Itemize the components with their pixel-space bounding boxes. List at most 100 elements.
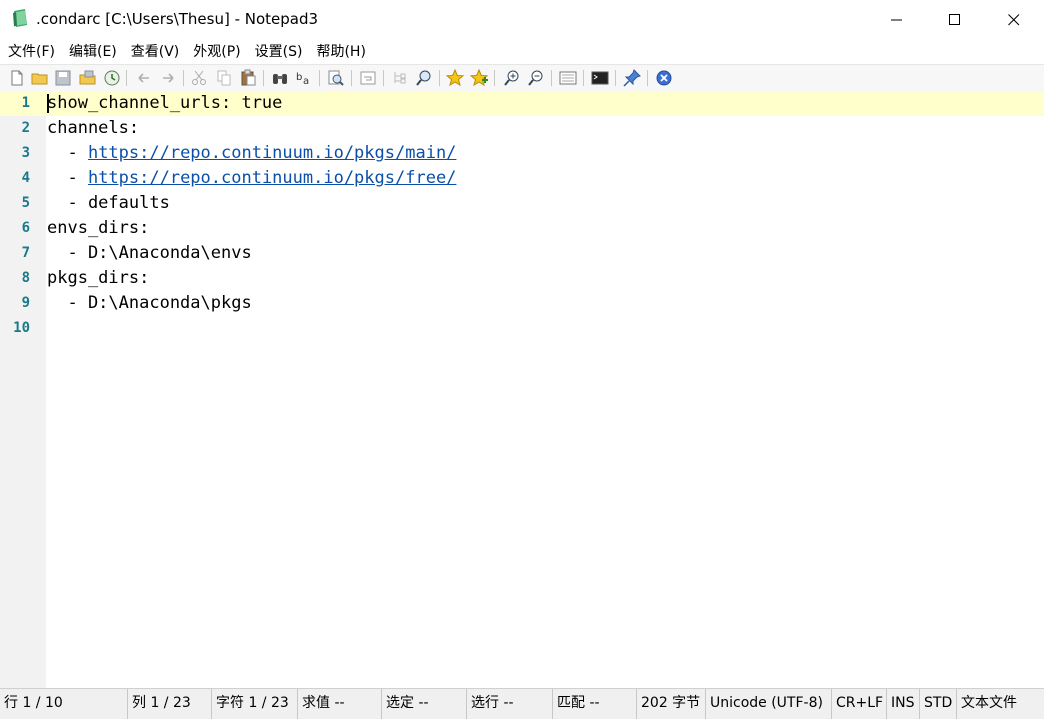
toolbar-separator	[383, 70, 384, 86]
line-text: - defaults	[47, 193, 170, 213]
pin-icon[interactable]	[623, 69, 641, 87]
status-encoding[interactable]: Unicode (UTF-8)	[706, 689, 832, 719]
menu-bar: 文件(F) 编辑(E) 查看(V) 外观(P) 设置(S) 帮助(H)	[0, 40, 1044, 64]
menu-view[interactable]: 查看(V)	[123, 40, 186, 64]
line-number: 6	[21, 220, 30, 236]
code-line[interactable]: 8 pkgs_dirs:	[0, 266, 1044, 291]
line-prefix: -	[47, 143, 88, 163]
line-text: pkgs_dirs:	[47, 268, 150, 288]
line-number: 5	[21, 195, 30, 211]
code-line[interactable]: 10	[0, 316, 1044, 341]
toolbar-separator	[647, 70, 648, 86]
paste-icon[interactable]	[239, 69, 257, 87]
toolbar-separator	[126, 70, 127, 86]
search-code-icon[interactable]	[415, 69, 433, 87]
line-number: 3	[21, 145, 30, 161]
copy-icon[interactable]	[215, 69, 233, 87]
close-button[interactable]	[985, 0, 1043, 40]
menu-settings[interactable]: 设置(S)	[247, 40, 309, 64]
line-text: - https://repo.continuum.io/pkgs/free/	[47, 168, 456, 188]
menu-help[interactable]: 帮助(H)	[308, 40, 371, 64]
redo-icon[interactable]	[159, 69, 177, 87]
window-title: .condarc [C:\Users\Thesu] - Notepad3	[36, 10, 319, 28]
code-line[interactable]: 3 - https://repo.continuum.io/pkgs/main/	[0, 141, 1044, 166]
svg-text:b: b	[296, 72, 302, 83]
undo-icon[interactable]	[135, 69, 153, 87]
line-number: 10	[13, 320, 30, 336]
add-bookmark-star-icon[interactable]	[470, 69, 488, 87]
status-eol[interactable]: CR+LF	[832, 689, 887, 719]
line-text: envs_dirs:	[47, 218, 150, 238]
toolbar-separator	[583, 70, 584, 86]
minimize-icon	[891, 19, 902, 21]
maximize-button[interactable]	[926, 0, 984, 40]
close-icon	[1008, 14, 1020, 26]
toolbar-separator	[615, 70, 616, 86]
find-binoculars-icon[interactable]	[271, 69, 289, 87]
terminal-icon[interactable]	[591, 69, 609, 87]
editor-area[interactable]: 1 show_channel_urls: true 2 channels: 3 …	[0, 91, 1044, 688]
code-line[interactable]: 7 - D:\Anaconda\envs	[0, 241, 1044, 266]
svg-text:a: a	[303, 76, 309, 87]
line-text: - https://repo.continuum.io/pkgs/main/	[47, 143, 456, 163]
code-line[interactable]: 1 show_channel_urls: true	[0, 91, 1044, 116]
line-text: - D:\Anaconda\envs	[47, 243, 252, 263]
zoom-in-icon[interactable]	[503, 69, 521, 87]
toolbar-separator	[439, 70, 440, 86]
text-caret	[47, 94, 49, 113]
bookmark-star-icon[interactable]	[446, 69, 464, 87]
zoom-out-icon[interactable]	[527, 69, 545, 87]
code-line[interactable]: 5 - defaults	[0, 191, 1044, 216]
recent-files-icon[interactable]	[103, 69, 121, 87]
goto-magnifier-icon[interactable]	[327, 69, 345, 87]
menu-appearance[interactable]: 外观(P)	[185, 40, 246, 64]
title-bar: .condarc [C:\Users\Thesu] - Notepad3	[0, 0, 1044, 40]
code-line[interactable]: 2 channels:	[0, 116, 1044, 141]
toolbar-separator	[183, 70, 184, 86]
toolbar: ba	[0, 64, 1044, 92]
exit-icon[interactable]	[655, 69, 673, 87]
toolbar-separator	[551, 70, 552, 86]
status-file-type[interactable]: 文本文件	[957, 689, 1044, 719]
new-file-icon[interactable]	[8, 69, 26, 87]
toolbar-separator	[351, 70, 352, 86]
save-icon[interactable]	[54, 69, 72, 87]
status-match[interactable]: 匹配 --	[553, 689, 637, 719]
status-selection[interactable]: 选定 --	[382, 689, 467, 719]
status-column[interactable]: 列 1 / 23	[128, 689, 212, 719]
url-link[interactable]: https://repo.continuum.io/pkgs/main/	[88, 143, 456, 163]
status-ins[interactable]: INS	[887, 689, 920, 719]
code-line[interactable]: 6 envs_dirs:	[0, 216, 1044, 241]
code-line[interactable]: 9 - D:\Anaconda\pkgs	[0, 291, 1044, 316]
line-text: show_channel_urls: true	[47, 93, 283, 113]
open-folder-icon[interactable]	[31, 69, 49, 87]
status-file-size[interactable]: 202 字节	[637, 689, 706, 719]
notepad3-app-icon	[13, 9, 27, 27]
cut-icon[interactable]	[190, 69, 208, 87]
line-number: 8	[21, 270, 30, 286]
line-number: 7	[21, 245, 30, 261]
toolbar-separator	[263, 70, 264, 86]
url-link[interactable]: https://repo.continuum.io/pkgs/free/	[88, 168, 456, 188]
line-text: channels:	[47, 118, 140, 138]
status-selected-lines[interactable]: 选行 --	[467, 689, 553, 719]
line-number: 2	[21, 120, 30, 136]
status-line[interactable]: 行 1 / 10	[0, 689, 128, 719]
replace-icon[interactable]: ba	[295, 69, 313, 87]
menu-file[interactable]: 文件(F)	[0, 40, 61, 64]
word-wrap-icon[interactable]	[359, 69, 377, 87]
menu-edit[interactable]: 编辑(E)	[61, 40, 123, 64]
save-as-icon[interactable]	[79, 69, 97, 87]
status-bar: 行 1 / 10 列 1 / 23 字符 1 / 23 求值 -- 选定 -- …	[0, 688, 1044, 719]
status-char[interactable]: 字符 1 / 23	[212, 689, 298, 719]
line-number: 1	[21, 95, 30, 111]
line-number: 4	[21, 170, 30, 186]
status-value[interactable]: 求值 --	[298, 689, 382, 719]
tree-view-icon[interactable]	[391, 69, 409, 87]
line-prefix: -	[47, 168, 88, 188]
code-line[interactable]: 4 - https://repo.continuum.io/pkgs/free/	[0, 166, 1044, 191]
schemes-icon[interactable]	[559, 69, 577, 87]
minimize-button[interactable]	[868, 0, 926, 40]
line-text: - D:\Anaconda\pkgs	[47, 293, 252, 313]
status-std[interactable]: STD	[920, 689, 957, 719]
